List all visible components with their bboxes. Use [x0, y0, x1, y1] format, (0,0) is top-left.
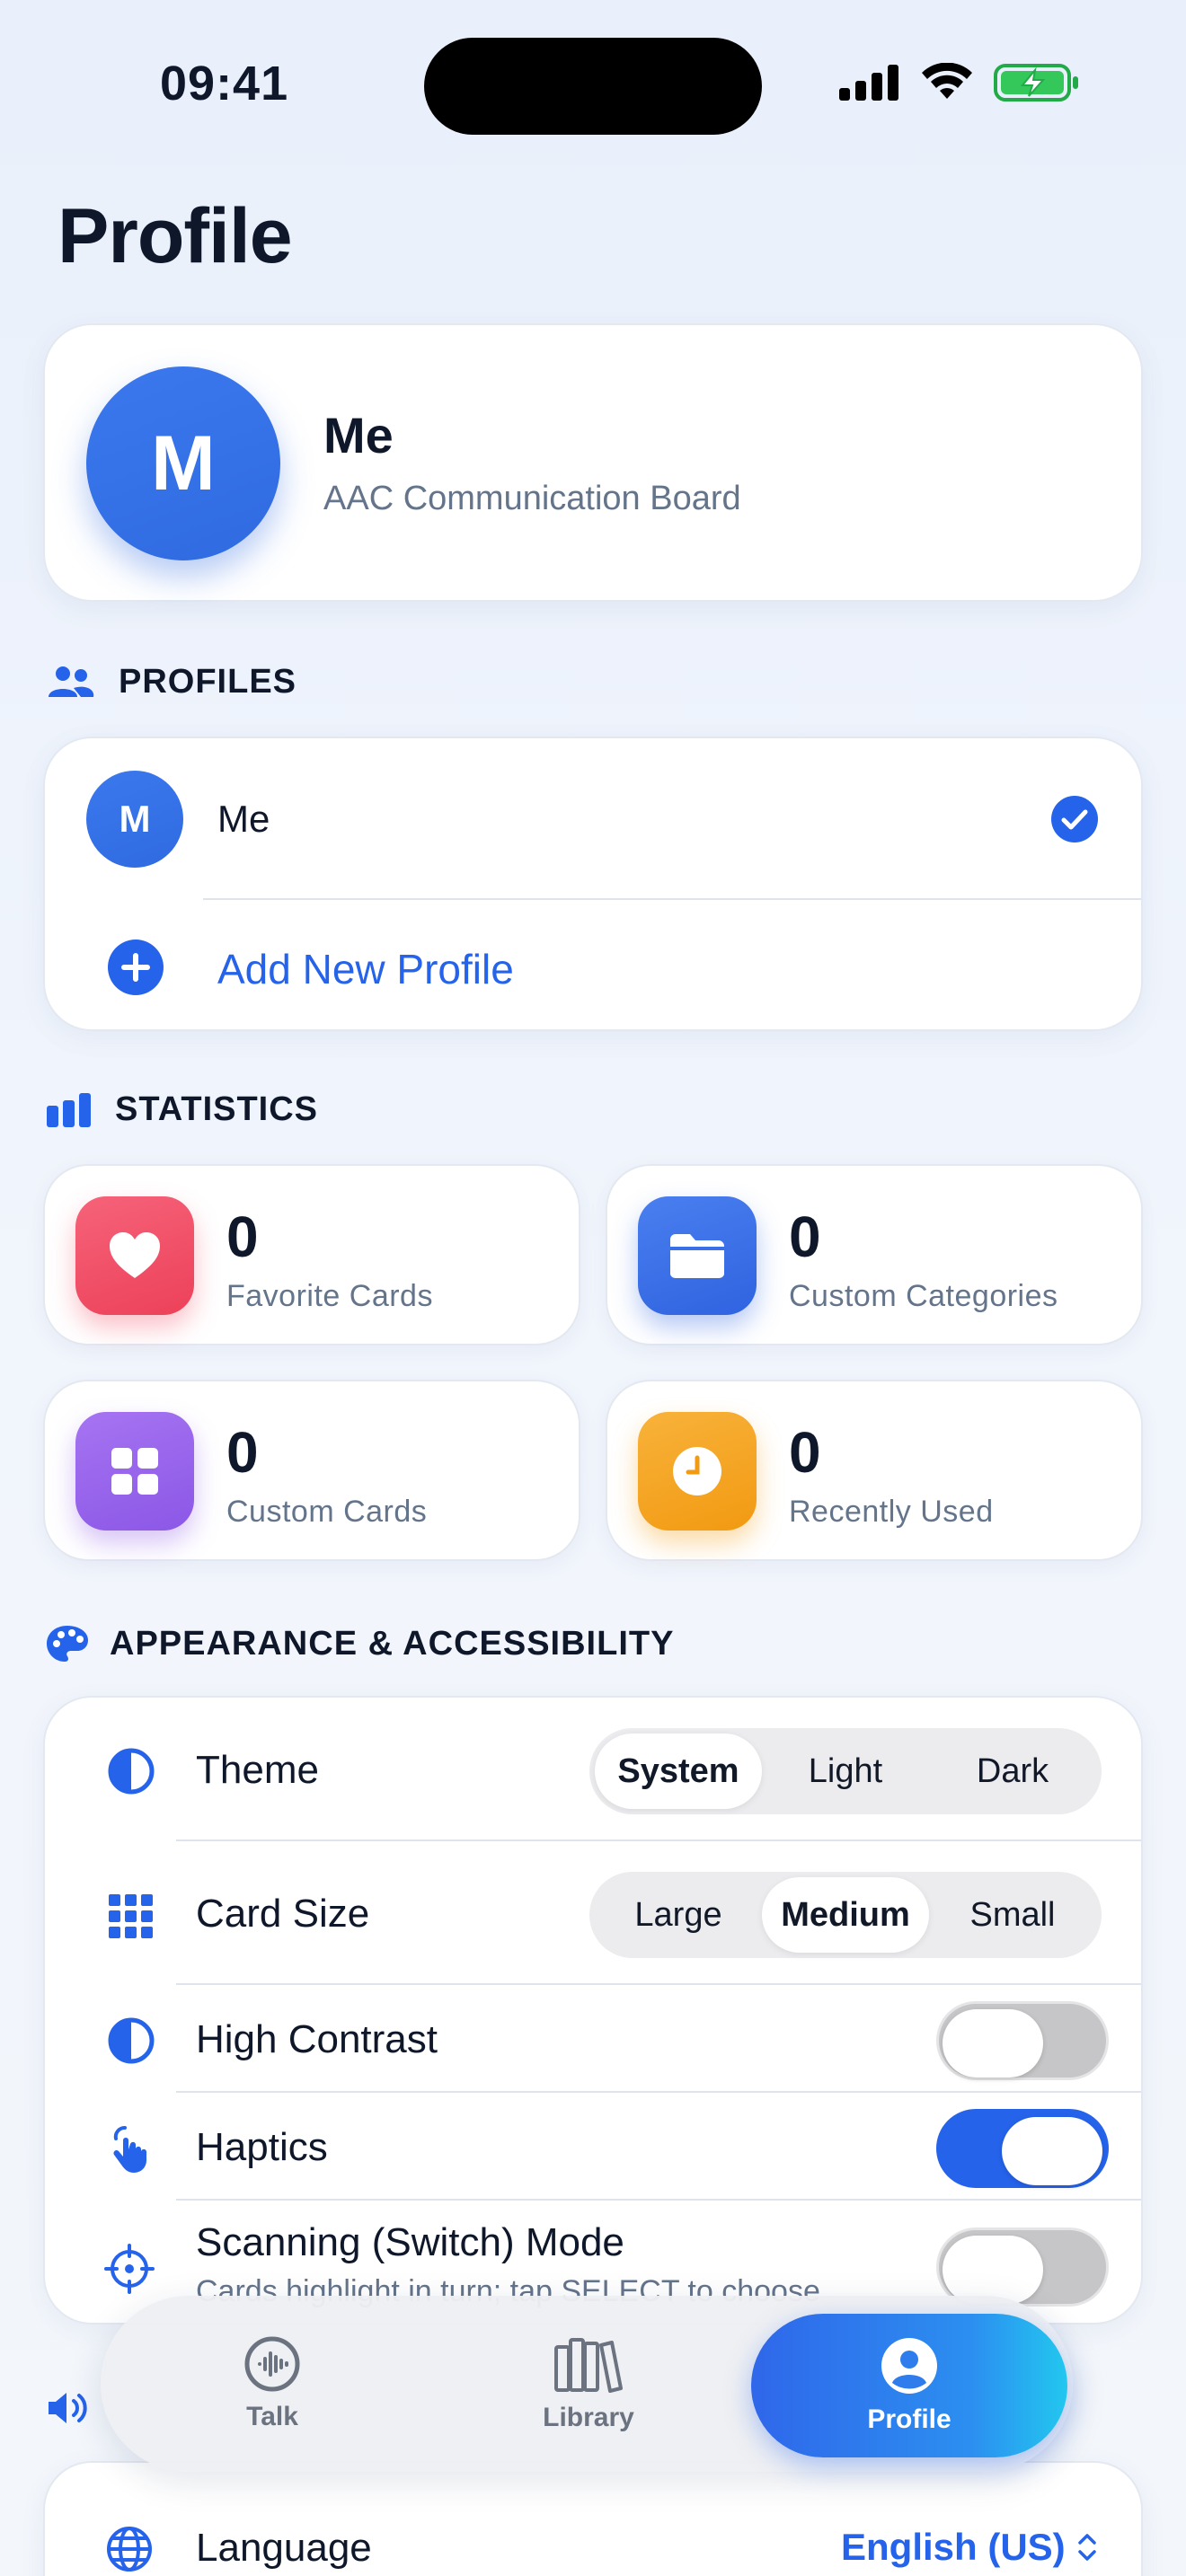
chevron-up-down-icon	[1078, 2534, 1096, 2561]
add-profile-label: Add New Profile	[217, 946, 514, 992]
appearance-section-title: APPEARANCE & ACCESSIBILITY	[110, 1624, 675, 1663]
profiles-section-header: PROFILES	[47, 663, 296, 701]
stat-value: 0	[226, 1204, 259, 1269]
card-size-option-large[interactable]: Large	[595, 1877, 762, 1953]
stat-custom-categories: 0 Custom Categories	[606, 1164, 1143, 1345]
high-contrast-label: High Contrast	[196, 2017, 438, 2061]
stat-icon-bg	[75, 1196, 194, 1315]
toggle-knob	[1002, 2117, 1102, 2185]
stat-icon-bg	[638, 1196, 757, 1315]
stat-value: 0	[226, 1420, 259, 1485]
stat-label: Recently Used	[789, 1495, 994, 1529]
stat-favorite-cards: 0 Favorite Cards	[43, 1164, 580, 1345]
profile-header-card: M Me AAC Communication Board	[43, 323, 1143, 602]
stat-label: Favorite Cards	[226, 1279, 433, 1313]
profiles-section-title: PROFILES	[119, 663, 297, 701]
tab-library-label: Library	[543, 2403, 634, 2432]
language-label: Language	[196, 2526, 372, 2570]
toggle-knob	[943, 2236, 1043, 2304]
haptics-label: Haptics	[196, 2125, 328, 2169]
card-size-option-medium[interactable]: Medium	[762, 1877, 929, 1953]
row-divider	[176, 2199, 1141, 2201]
high-contrast-toggle[interactable]	[936, 2001, 1109, 2080]
theme-option-light[interactable]: Light	[762, 1734, 929, 1809]
theme-option-dark[interactable]: Dark	[929, 1734, 1096, 1809]
row-divider	[176, 1839, 1141, 1841]
wifi-icon	[922, 63, 972, 99]
hand-tap-icon	[104, 2122, 158, 2175]
card-size-label: Card Size	[196, 1892, 370, 1936]
profile-name: Me	[323, 407, 394, 463]
globe-icon	[107, 2527, 152, 2572]
people-icon	[49, 666, 94, 697]
theme-option-system[interactable]: System	[595, 1734, 762, 1809]
bar-chart-icon	[47, 1092, 91, 1127]
page-title: Profile	[58, 193, 293, 279]
heart-icon	[110, 1232, 160, 1278]
add-profile-button[interactable]: Add New Profile	[45, 900, 1141, 1031]
statistics-section-title: STATISTICS	[115, 1090, 319, 1128]
checkmark-circle-icon	[1051, 796, 1098, 842]
tab-library[interactable]: Library	[471, 2296, 706, 2472]
person-circle-icon	[881, 2338, 937, 2394]
speaker-icon	[49, 2393, 87, 2423]
stat-value: 0	[789, 1204, 821, 1269]
stat-custom-cards: 0 Custom Cards	[43, 1380, 580, 1561]
profiles-card: M Me Add New Profile	[43, 737, 1143, 1031]
high-contrast-icon	[104, 2014, 158, 2068]
theme-contrast-icon	[104, 1744, 158, 1798]
card-size-segmented-control: Large Medium Small	[589, 1872, 1102, 1958]
language-value[interactable]: English (US)	[841, 2526, 1066, 2569]
scanning-toggle[interactable]	[936, 2228, 1109, 2307]
stat-icon-bg	[638, 1412, 757, 1531]
cellular-signal-icon	[839, 65, 898, 101]
scan-target-icon	[102, 2242, 156, 2296]
tab-talk[interactable]: Talk	[155, 2296, 390, 2472]
profile-row-me[interactable]: M Me	[45, 738, 1141, 898]
clock-icon	[673, 1447, 721, 1495]
toggle-knob	[943, 2009, 1043, 2078]
language-card[interactable]: Language English (US)	[43, 2461, 1143, 2576]
stat-value: 0	[789, 1420, 821, 1485]
card-size-grid-icon	[104, 1890, 158, 1944]
profile-avatar: M	[86, 771, 183, 868]
card-size-option-small[interactable]: Small	[929, 1877, 1096, 1953]
waveform-icon	[244, 2336, 300, 2392]
avatar: M	[86, 366, 280, 560]
status-time: 09:41	[160, 57, 289, 110]
folder-icon	[670, 1234, 724, 1278]
tab-bar: Talk Library Profile	[101, 2296, 1073, 2472]
tab-profile-label: Profile	[867, 2404, 951, 2434]
profile-row-name: Me	[217, 798, 270, 840]
stat-icon-bg	[75, 1412, 194, 1531]
theme-segmented-control: System Light Dark	[589, 1728, 1102, 1814]
profile-subtitle: AAC Communication Board	[323, 480, 741, 517]
profile-screen: 09:41 Profile M Me AAC Communication Boa…	[0, 0, 1186, 2576]
row-divider	[176, 1983, 1141, 1985]
tab-profile[interactable]: Profile	[751, 2314, 1067, 2457]
haptics-toggle[interactable]	[936, 2109, 1109, 2188]
status-icons	[839, 63, 1080, 102]
tab-talk-label: Talk	[246, 2402, 298, 2431]
palette-icon	[47, 1626, 88, 1662]
books-icon	[554, 2338, 623, 2393]
scanning-label: Scanning (Switch) Mode	[196, 2220, 624, 2264]
appearance-section-header: APPEARANCE & ACCESSIBILITY	[45, 1624, 674, 1663]
battery-charging-icon	[994, 64, 1078, 101]
appearance-card: Theme System Light Dark Card Size Large …	[43, 1696, 1143, 2325]
dynamic-island	[424, 38, 762, 135]
stat-label: Custom Categories	[789, 1279, 1058, 1313]
row-divider	[176, 2091, 1141, 2093]
stat-label: Custom Cards	[226, 1495, 428, 1529]
plus-circle-icon	[108, 940, 164, 995]
statistics-section-header: STATISTICS	[47, 1090, 318, 1129]
theme-label: Theme	[196, 1748, 319, 1792]
grid-icon	[111, 1448, 158, 1495]
stat-recently-used: 0 Recently Used	[606, 1380, 1143, 1561]
